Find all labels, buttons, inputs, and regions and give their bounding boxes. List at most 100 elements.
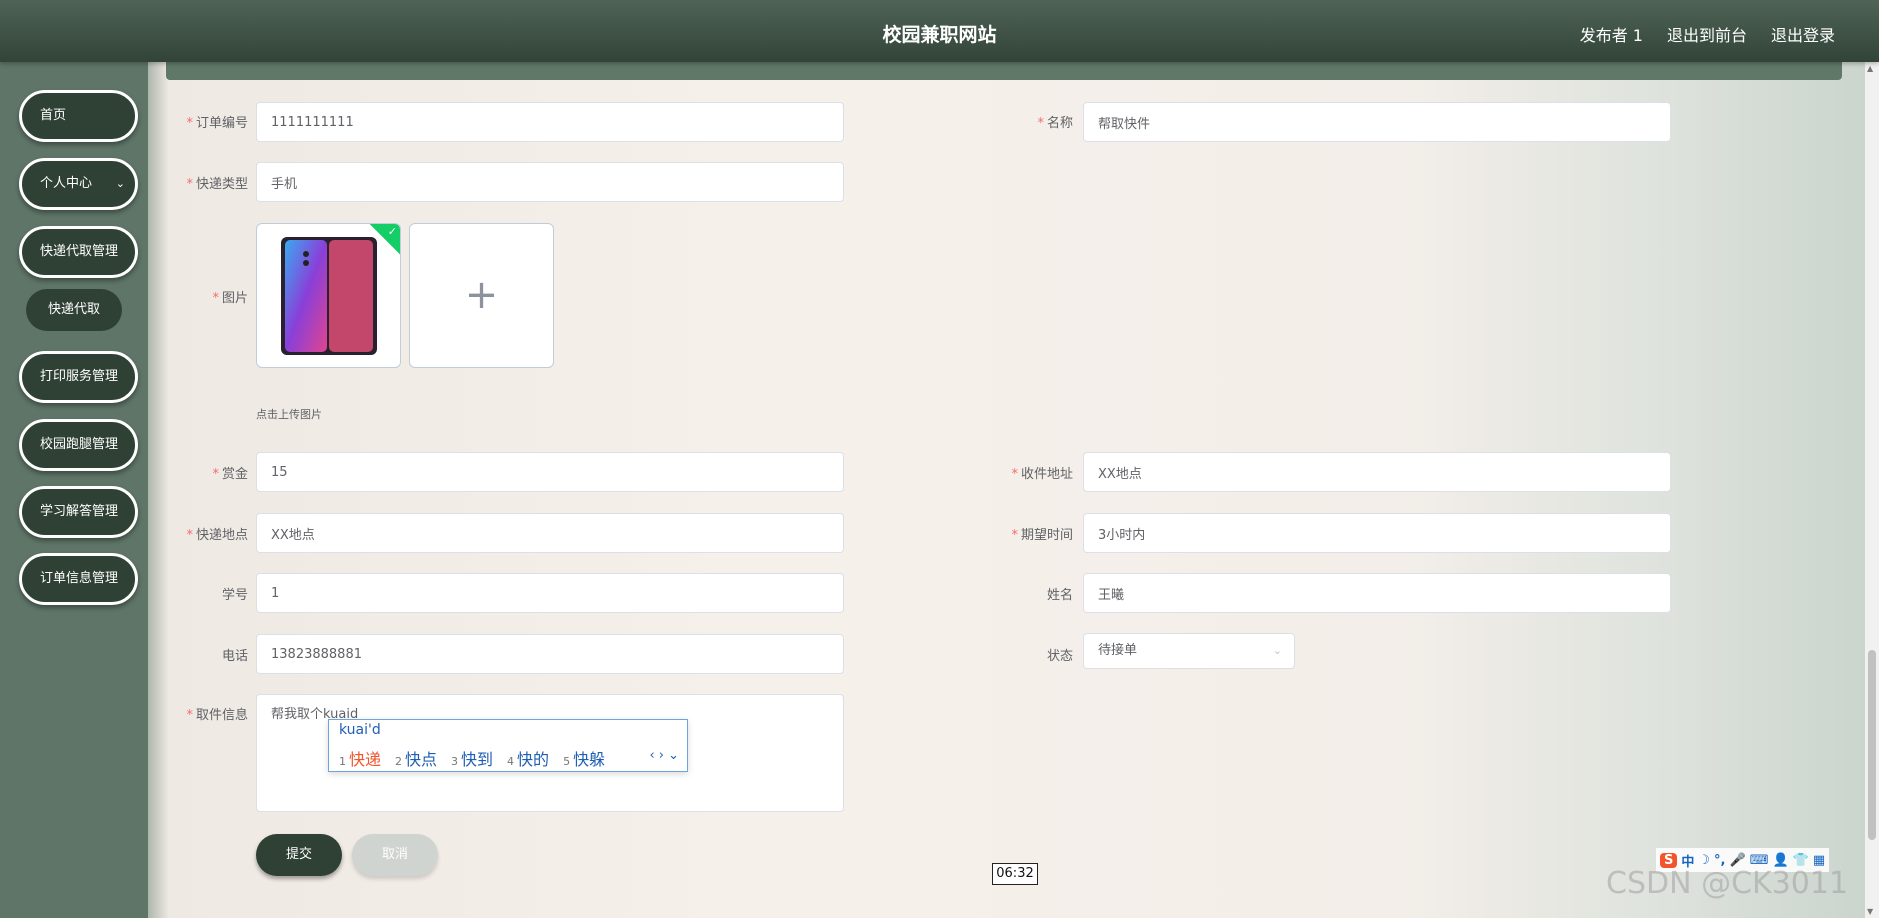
sidebar-item-label: 订单信息管理 [40, 571, 119, 586]
top-bar: 校园兼职网站 发布者 1 退出到前台 退出登录 [0, 0, 1879, 62]
chevron-down-icon: ⌄ [1272, 644, 1282, 657]
label-text: 赏金 [221, 467, 248, 482]
required-mark: * [212, 291, 219, 306]
label-text: 图片 [221, 291, 248, 306]
phone-label: 电话 [221, 649, 248, 664]
receive-address-label: * 收件地址 [983, 463, 1073, 482]
pickup-info-label: * 取件信息 [158, 704, 248, 723]
label-text: 期望时间 [1020, 528, 1073, 543]
real-name-label: 姓名 [1046, 588, 1073, 603]
scroll-up-icon[interactable]: ▲ [1867, 64, 1873, 73]
required-mark: * [1011, 467, 1018, 482]
required-mark: * [186, 116, 193, 131]
ime-composition: kuai'd [339, 722, 381, 738]
label-text: 取件信息 [195, 708, 248, 723]
candidate-text: 快躲 [573, 750, 606, 769]
sidebar-item-print-service[interactable]: 打印服务管理 [19, 351, 138, 403]
ime-candidates: 1 快递 2 快点 3 快到 4 快的 5 快躲 [339, 746, 605, 770]
chevron-down-icon: ⌄ [115, 177, 125, 190]
name-label: * 名称 [983, 112, 1073, 131]
sidebar-item-label: 首页 [40, 108, 67, 123]
sidebar-item-express-pickup[interactable]: 快递代取管理 [19, 226, 138, 278]
reward-input[interactable] [256, 452, 844, 492]
label-text: 快递类型 [195, 177, 248, 192]
order-no-input[interactable] [256, 102, 844, 142]
uploaded-image-card[interactable]: ✓ [256, 223, 401, 368]
image-label: * 图片 [158, 287, 248, 306]
time-tooltip: 06:32 [992, 863, 1038, 885]
student-no-label: 学号 [221, 588, 248, 603]
sidebar-subitem-express-pickup[interactable]: 快递代取 [26, 289, 122, 331]
sidebar-item-label: 打印服务管理 [40, 369, 119, 384]
sidebar-item-campus-errand[interactable]: 校园跑腿管理 [19, 419, 138, 471]
receive-address-input[interactable] [1083, 452, 1671, 492]
sidebar-item-home[interactable]: 首页 [19, 90, 138, 142]
name-input[interactable] [1083, 102, 1671, 142]
phone-input[interactable] [256, 634, 844, 674]
ime-candidate-popup: kuai'd 1 快递 2 快点 3 快到 4 快的 5 快躲 ‹ › ⌄ [328, 719, 688, 772]
status-select[interactable]: 待接单 ⌄ [1083, 633, 1295, 669]
sidebar-item-label: 快递代取管理 [40, 244, 119, 259]
sidebar-item-label: 校园跑腿管理 [40, 437, 119, 452]
candidate-number: 3 [451, 755, 459, 768]
express-location-label: * 快递地点 [158, 524, 248, 543]
label-text: 名称 [1046, 116, 1073, 131]
page-scrollbar[interactable]: ▲ ▼ [1865, 62, 1879, 918]
upload-add-button[interactable]: + [409, 223, 554, 368]
sidebar: 首页 个人中心 ⌄ 快递代取管理 快递代取 打印服务管理 校园跑腿管理 学习解答管… [0, 62, 148, 918]
status-label: 状态 [1046, 649, 1073, 664]
exit-to-front-link[interactable]: 退出到前台 [1667, 22, 1747, 46]
label-text: 快递地点 [195, 528, 248, 543]
expected-time-label: * 期望时间 [983, 524, 1073, 543]
ime-candidate[interactable]: 4 快的 [507, 746, 549, 770]
required-mark: * [186, 708, 193, 723]
candidate-number: 2 [395, 755, 403, 768]
express-type-input[interactable] [256, 162, 844, 202]
ime-page-nav[interactable]: ‹ › ⌄ [649, 748, 679, 763]
publisher-link[interactable]: 发布者 1 [1580, 22, 1643, 46]
required-mark: * [1037, 116, 1044, 131]
sidebar-item-study-help[interactable]: 学习解答管理 [19, 486, 138, 538]
content-panel-header [166, 62, 1842, 80]
candidate-text: 快点 [405, 750, 438, 769]
candidate-number: 1 [339, 755, 346, 768]
check-icon: ✓ [387, 225, 397, 238]
header-links: 发布者 1 退出到前台 退出登录 [1580, 22, 1835, 46]
candidate-number: 4 [507, 755, 515, 768]
plus-icon: + [464, 272, 499, 318]
submit-button[interactable]: 提交 [256, 834, 342, 876]
expected-time-input[interactable] [1083, 513, 1671, 553]
required-mark: * [186, 528, 193, 543]
candidate-text: 快递 [349, 750, 382, 769]
required-mark: * [1011, 528, 1018, 543]
sidebar-item-label: 学习解答管理 [40, 504, 119, 519]
required-mark: * [186, 177, 193, 192]
order-no-label: * 订单编号 [158, 112, 248, 131]
ime-candidate[interactable]: 5 快躲 [563, 746, 605, 770]
reward-label: * 赏金 [158, 463, 248, 482]
express-type-label: * 快递类型 [158, 173, 248, 192]
real-name-input[interactable] [1083, 573, 1671, 613]
label-text: 收件地址 [1020, 467, 1073, 482]
express-location-input[interactable] [256, 513, 844, 553]
ime-candidate[interactable]: 1 快递 [339, 746, 381, 770]
scroll-down-icon[interactable]: ▼ [1867, 907, 1873, 916]
ime-candidate[interactable]: 3 快到 [451, 746, 493, 770]
phone-image [281, 237, 377, 355]
status-select-value: 待接单 [1098, 643, 1138, 658]
student-no-input[interactable] [256, 573, 844, 613]
candidate-text: 快的 [517, 750, 550, 769]
cancel-button[interactable]: 取消 [352, 834, 438, 876]
upload-hint: 点击上传图片 [256, 408, 322, 421]
sidebar-item-order-info[interactable]: 订单信息管理 [19, 553, 138, 605]
sidebar-item-label: 个人中心 [40, 176, 93, 191]
candidate-text: 快到 [461, 750, 494, 769]
scroll-thumb[interactable] [1868, 650, 1876, 840]
ime-candidate[interactable]: 2 快点 [395, 746, 437, 770]
required-mark: * [212, 467, 219, 482]
logout-link[interactable]: 退出登录 [1771, 22, 1835, 46]
candidate-number: 5 [563, 755, 571, 768]
watermark: CSDN @CK3011 [1606, 866, 1849, 901]
sidebar-item-personal-center[interactable]: 个人中心 ⌄ [19, 158, 138, 210]
label-text: 订单编号 [195, 116, 248, 131]
